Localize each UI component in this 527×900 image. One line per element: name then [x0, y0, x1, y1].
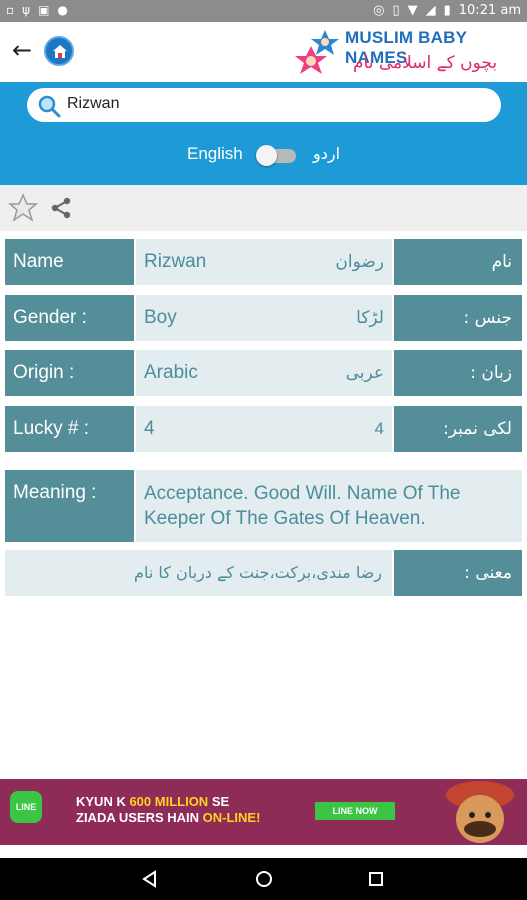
urdu-label: اردو: [313, 144, 341, 163]
home-icon: [53, 45, 67, 58]
battery-icon: ▮: [443, 3, 451, 18]
nav-home-icon[interactable]: [255, 870, 273, 888]
home-button[interactable]: [44, 36, 74, 66]
lucky-label: Lucky # :: [5, 406, 134, 452]
gender-label-ur: جنس :: [394, 295, 522, 341]
gender-label: Gender :: [5, 295, 134, 341]
nav-recents-icon[interactable]: [367, 870, 385, 888]
mani-row: رضا مندی،برکت،جنت کے دربان کا نام معنی :: [5, 550, 522, 596]
image-icon: ▣: [38, 3, 50, 17]
ad-line-1: KYUN K 600 MILLION SE: [76, 794, 229, 809]
name-label-ur: نام: [394, 239, 522, 285]
screenshot-icon: ▫: [6, 3, 15, 17]
app-bar: ← MUSLIM BABY NAMES بچوں کے اسلامی نام: [0, 22, 527, 82]
ad-line-1-b: SE: [208, 794, 230, 809]
origin-value-ur: عربی: [345, 363, 384, 382]
ad-line-1-a: KYUN K: [76, 794, 130, 809]
ad-line-2: ZIADA USERS HAIN ON-LINE!: [76, 810, 260, 825]
vibrate-icon: ▯: [392, 3, 400, 18]
action-bar: [0, 185, 527, 231]
gender-value-en: Boy: [144, 307, 177, 328]
ad-line-1-highlight: 600 MILLION: [129, 794, 209, 809]
name-value-cell: Rizwan رضوان: [136, 239, 392, 285]
gender-row: Gender : Boy لڑکا جنس :: [5, 295, 522, 341]
nav-back-icon[interactable]: [141, 870, 159, 888]
origin-value-cell: Arabic عربی: [136, 350, 392, 396]
bulb-icon: ●: [57, 3, 68, 17]
search-panel: Rizwan English اردو: [0, 82, 527, 185]
ad-line-2-a: ZIADA USERS HAIN: [76, 810, 203, 825]
line-now-button[interactable]: LINE NOW: [315, 802, 395, 820]
ad-line-2-highlight: ON-LINE!: [202, 810, 261, 825]
lucky-value-cell: 4 4: [136, 406, 392, 452]
mani-value-ur: رضا مندی،برکت،جنت کے دربان کا نام: [5, 550, 392, 596]
origin-label: Origin :: [5, 350, 134, 396]
language-toggle[interactable]: [256, 145, 296, 166]
app-logo: MUSLIM BABY NAMES بچوں کے اسلامی نام: [295, 26, 521, 78]
back-arrow-icon[interactable]: ←: [8, 36, 36, 64]
lucky-value-en: 4: [144, 418, 155, 439]
notification-icons: ▫ ψ ▣ ●: [6, 3, 68, 17]
search-icon: [38, 95, 61, 118]
origin-label-ur: زبان :: [394, 350, 522, 396]
clock: 10:21 am: [458, 3, 521, 18]
meaning-row: Meaning : Acceptance. Good Will. Name Of…: [5, 470, 522, 542]
search-input[interactable]: Rizwan: [27, 88, 501, 122]
lucky-row: Lucky # : 4 4 لکی نمبر:: [5, 406, 522, 452]
ad-banner[interactable]: LINE KYUN K 600 MILLION SE ZIADA USERS H…: [0, 779, 527, 845]
baby-stars-icon: [295, 30, 339, 74]
language-switch-row: English اردو: [0, 140, 527, 170]
name-label: Name: [5, 239, 134, 285]
name-value-ur: رضوان: [335, 252, 384, 271]
signal-icon: ◢: [425, 3, 436, 18]
name-row: Name Rizwan رضوان نام: [5, 239, 522, 285]
system-nav-bar: [0, 858, 527, 900]
logo-subtitle: بچوں کے اسلامی نام: [353, 53, 498, 73]
share-icon[interactable]: [50, 197, 72, 219]
english-label: English: [187, 144, 243, 163]
mani-label-ur: معنی :: [394, 550, 522, 596]
line-logo: LINE: [10, 791, 42, 823]
wifi-icon: ▼: [407, 3, 418, 18]
origin-value-en: Arabic: [144, 362, 198, 383]
status-bar: ▫ ψ ▣ ● ◎ ▯ ▼ ◢ ▮ 10:21 am: [0, 0, 527, 22]
ad-character-image: [430, 781, 527, 845]
gender-value-ur: لڑکا: [356, 308, 384, 327]
name-value-en: Rizwan: [144, 251, 207, 272]
search-value: Rizwan: [67, 95, 120, 112]
favorite-star-icon[interactable]: [8, 193, 38, 223]
meaning-value: Acceptance. Good Will. Name Of The Keepe…: [136, 470, 522, 542]
lucky-value-ur: 4: [374, 419, 384, 438]
toggle-thumb: [256, 145, 277, 166]
usb-icon: ψ: [22, 3, 31, 17]
gender-value-cell: Boy لڑکا: [136, 295, 392, 341]
meaning-label: Meaning :: [5, 470, 134, 542]
sync-icon: ◎: [373, 3, 385, 18]
lucky-label-ur: لکی نمبر:: [394, 406, 522, 452]
origin-row: Origin : Arabic عربی زبان :: [5, 350, 522, 396]
